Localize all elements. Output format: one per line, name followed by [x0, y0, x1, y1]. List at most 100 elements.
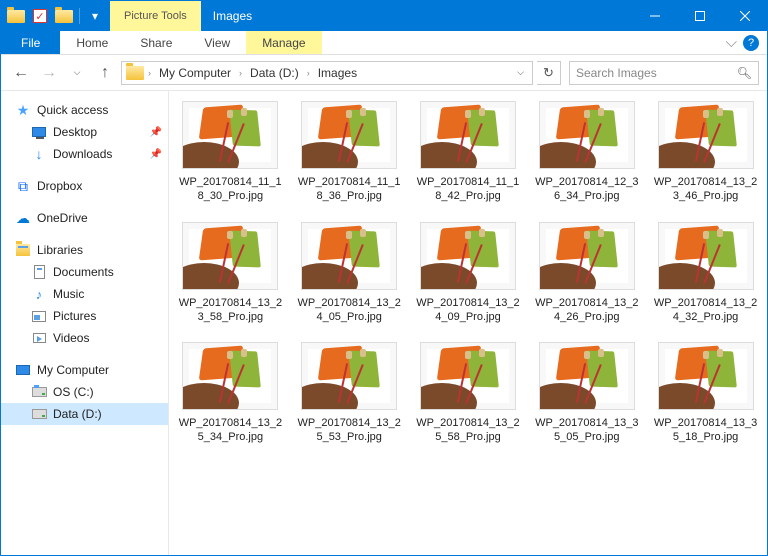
- file-item[interactable]: WP_20170814_11_18_36_Pro.jpg: [296, 101, 403, 204]
- tab-view[interactable]: View: [188, 31, 246, 54]
- qat-customize-dropdown[interactable]: ▾: [84, 5, 106, 27]
- ribbon-collapse-icon[interactable]: ⌵: [726, 35, 737, 50]
- file-item[interactable]: WP_20170814_13_25_34_Pro.jpg: [177, 342, 284, 445]
- file-name: WP_20170814_13_24_26_Pro.jpg: [535, 296, 639, 325]
- nav-dropbox[interactable]: ⧉ Dropbox: [1, 175, 168, 197]
- nav-quick-access[interactable]: ★ Quick access: [1, 99, 168, 121]
- thumbnail: [539, 222, 635, 290]
- content-pane[interactable]: WP_20170814_11_18_30_Pro.jpg WP_20170814_…: [169, 91, 767, 555]
- search-icon[interactable]: 🔍︎: [737, 66, 752, 80]
- thumbnail: [301, 101, 397, 169]
- file-item[interactable]: WP_20170814_13_35_05_Pro.jpg: [533, 342, 640, 445]
- thumbnail: [658, 342, 754, 410]
- tab-manage[interactable]: Manage: [246, 31, 321, 54]
- file-item[interactable]: WP_20170814_13_23_58_Pro.jpg: [177, 222, 284, 325]
- nav-onedrive[interactable]: ☁ OneDrive: [1, 207, 168, 229]
- nav-desktop[interactable]: Desktop 📌: [1, 121, 168, 143]
- chevron-right-icon[interactable]: ›: [146, 68, 153, 78]
- nav-drive-c[interactable]: OS (C:): [1, 381, 168, 403]
- cloud-icon: ☁: [15, 210, 31, 226]
- file-name: WP_20170814_11_18_36_Pro.jpg: [297, 175, 401, 204]
- nav-label: Dropbox: [37, 179, 82, 193]
- file-item[interactable]: WP_20170814_13_23_46_Pro.jpg: [652, 101, 759, 204]
- maximize-button[interactable]: [677, 1, 722, 31]
- qat-new-folder-icon[interactable]: [53, 5, 75, 27]
- thumbnail: [539, 101, 635, 169]
- crumb-my-computer[interactable]: My Computer: [155, 66, 235, 80]
- file-name: WP_20170814_13_35_05_Pro.jpg: [535, 416, 639, 445]
- nav-label: Music: [53, 287, 84, 301]
- crumb-folder[interactable]: Images: [314, 66, 361, 80]
- file-item[interactable]: WP_20170814_13_24_09_Pro.jpg: [415, 222, 522, 325]
- file-item[interactable]: WP_20170814_13_35_18_Pro.jpg: [652, 342, 759, 445]
- crumb-drive[interactable]: Data (D:): [246, 66, 303, 80]
- ribbon-tabs: File Home Share View Manage ⌵ ?: [1, 31, 767, 55]
- search-input[interactable]: Search Images 🔍︎: [569, 61, 759, 85]
- qat-properties-icon[interactable]: ✓: [29, 5, 51, 27]
- nav-pictures[interactable]: Pictures: [1, 305, 168, 327]
- file-item[interactable]: WP_20170814_13_25_58_Pro.jpg: [415, 342, 522, 445]
- quick-access-toolbar: ✓ ▾: [1, 1, 110, 31]
- file-name: WP_20170814_13_25_58_Pro.jpg: [416, 416, 520, 445]
- location-folder-icon: [126, 66, 144, 80]
- tab-file[interactable]: File: [1, 31, 60, 54]
- star-icon: ★: [15, 102, 31, 118]
- context-tab-header: Picture Tools: [110, 1, 201, 31]
- file-item[interactable]: WP_20170814_11_18_42_Pro.jpg: [415, 101, 522, 204]
- nav-my-computer[interactable]: My Computer: [1, 359, 168, 381]
- navigation-pane[interactable]: ★ Quick access Desktop 📌 ↓ Downloads 📌 ⧉…: [1, 91, 169, 555]
- nav-libraries[interactable]: Libraries: [1, 239, 168, 261]
- breadcrumb-bar[interactable]: › My Computer › Data (D:) › Images ⌵: [121, 61, 533, 85]
- thumbnail: [420, 222, 516, 290]
- refresh-button[interactable]: ↻: [537, 61, 561, 85]
- nav-label: Libraries: [37, 243, 83, 257]
- window-controls: [632, 1, 767, 31]
- recent-locations-dropdown[interactable]: ⌵: [65, 61, 89, 85]
- document-icon: [31, 264, 47, 280]
- download-icon: ↓: [31, 146, 47, 162]
- nav-label: Videos: [53, 331, 89, 345]
- file-item[interactable]: WP_20170814_13_24_32_Pro.jpg: [652, 222, 759, 325]
- nav-downloads[interactable]: ↓ Downloads 📌: [1, 143, 168, 165]
- nav-label: My Computer: [37, 363, 109, 377]
- address-bar: ← → ⌵ ↑ › My Computer › Data (D:) › Imag…: [1, 55, 767, 91]
- nav-documents[interactable]: Documents: [1, 261, 168, 283]
- videos-icon: [31, 330, 47, 346]
- nav-music[interactable]: ♪ Music: [1, 283, 168, 305]
- desktop-icon: [31, 124, 47, 140]
- file-name: WP_20170814_11_18_42_Pro.jpg: [416, 175, 520, 204]
- file-item[interactable]: WP_20170814_13_24_26_Pro.jpg: [533, 222, 640, 325]
- back-button[interactable]: ←: [9, 61, 33, 85]
- address-dropdown-icon[interactable]: ⌵: [513, 67, 528, 78]
- close-button[interactable]: [722, 1, 767, 31]
- titlebar: ✓ ▾ Picture Tools Images: [1, 1, 767, 31]
- pin-icon: 📌: [150, 149, 162, 160]
- tab-home[interactable]: Home: [60, 31, 124, 54]
- tab-share[interactable]: Share: [124, 31, 188, 54]
- help-icon[interactable]: ?: [743, 35, 759, 51]
- nav-label: Data (D:): [53, 407, 102, 421]
- chevron-right-icon[interactable]: ›: [237, 68, 244, 78]
- nav-videos[interactable]: Videos: [1, 327, 168, 349]
- file-name: WP_20170814_13_24_32_Pro.jpg: [654, 296, 758, 325]
- computer-icon: [15, 362, 31, 378]
- up-button[interactable]: ↑: [93, 61, 117, 85]
- file-item[interactable]: WP_20170814_12_36_34_Pro.jpg: [533, 101, 640, 204]
- qat-separator: [79, 8, 80, 24]
- file-item[interactable]: WP_20170814_11_18_30_Pro.jpg: [177, 101, 284, 204]
- file-name: WP_20170814_12_36_34_Pro.jpg: [535, 175, 639, 204]
- thumbnail: [182, 342, 278, 410]
- nav-label: Desktop: [53, 125, 97, 139]
- minimize-button[interactable]: [632, 1, 677, 31]
- forward-button[interactable]: →: [37, 61, 61, 85]
- chevron-right-icon[interactable]: ›: [305, 68, 312, 78]
- file-name: WP_20170814_13_24_05_Pro.jpg: [297, 296, 401, 325]
- qat-folder-icon[interactable]: [5, 5, 27, 27]
- file-name: WP_20170814_13_23_58_Pro.jpg: [178, 296, 282, 325]
- thumbnail: [420, 101, 516, 169]
- nav-drive-d[interactable]: Data (D:): [1, 403, 168, 425]
- file-item[interactable]: WP_20170814_13_25_53_Pro.jpg: [296, 342, 403, 445]
- file-name: WP_20170814_13_35_18_Pro.jpg: [654, 416, 758, 445]
- file-item[interactable]: WP_20170814_13_24_05_Pro.jpg: [296, 222, 403, 325]
- thumbnail: [182, 222, 278, 290]
